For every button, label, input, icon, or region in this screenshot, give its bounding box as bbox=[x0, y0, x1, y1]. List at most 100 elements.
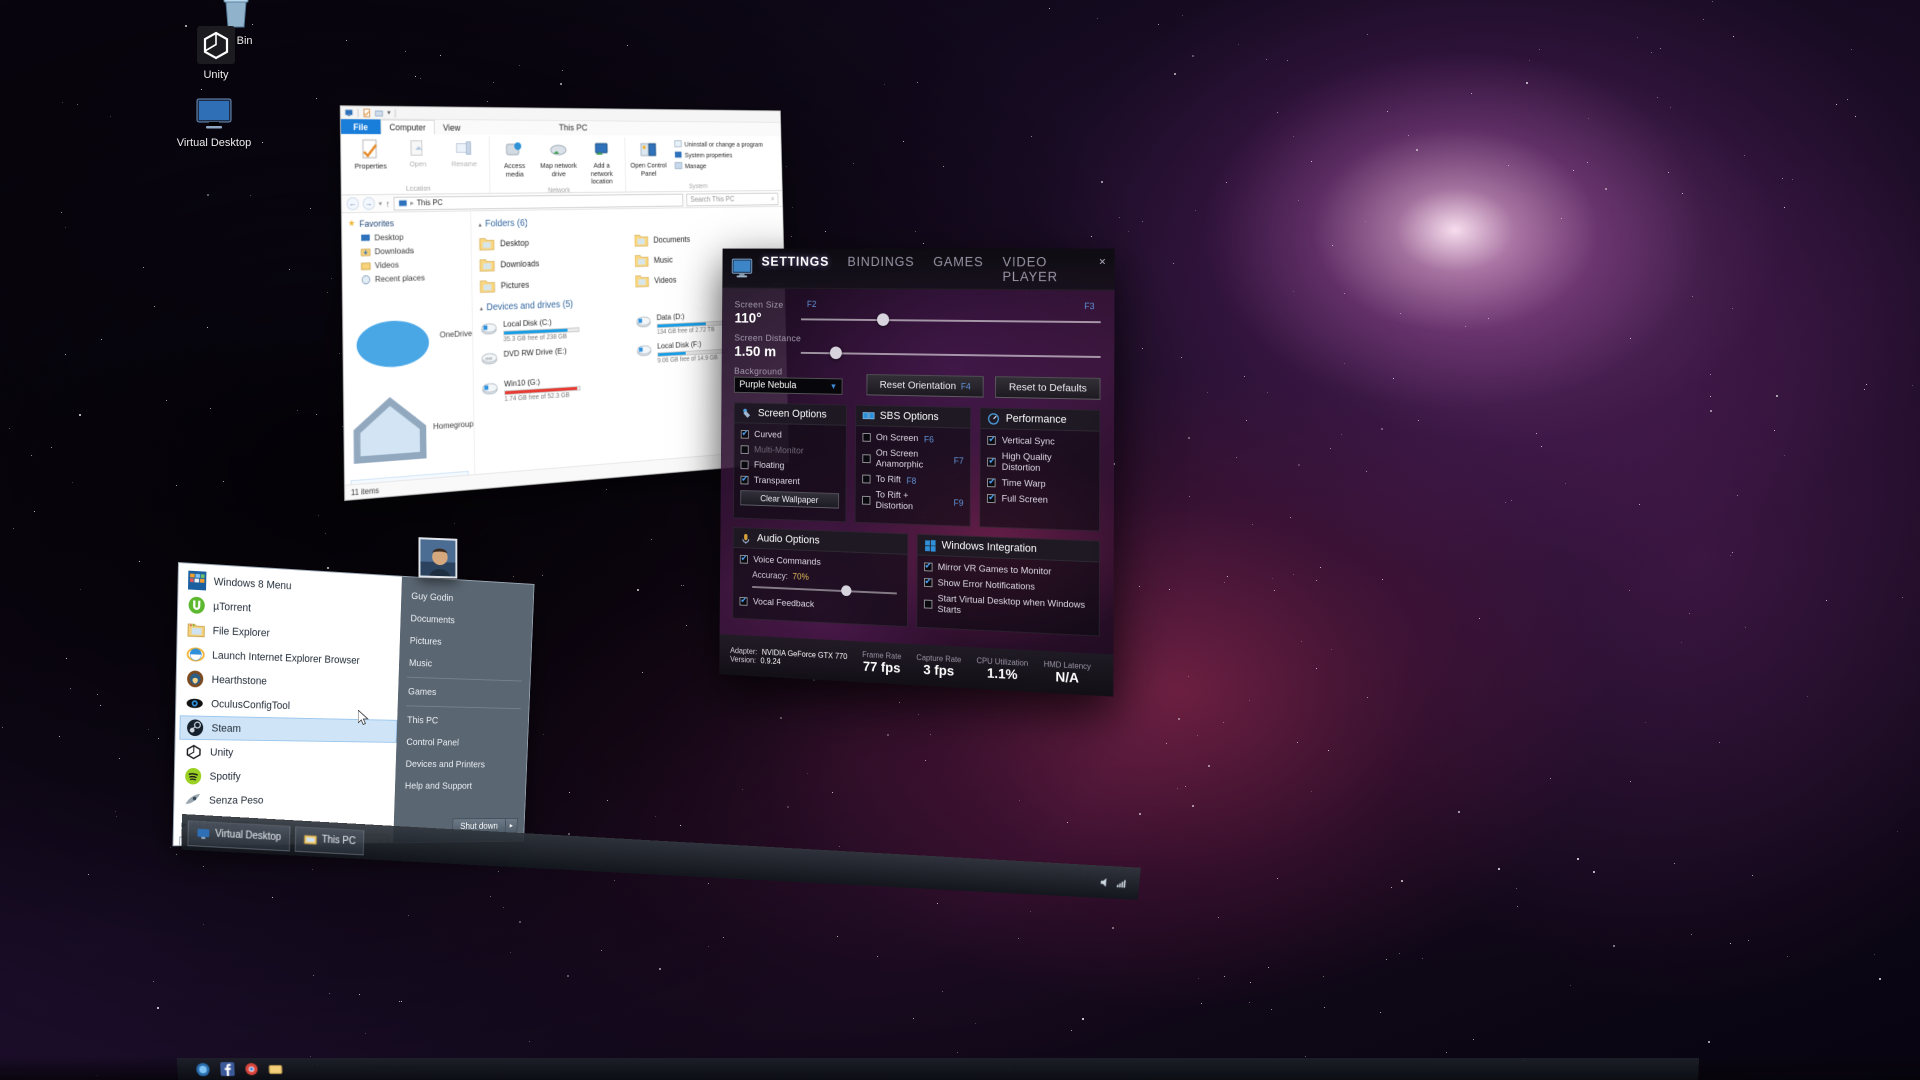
folder-item[interactable]: Pictures bbox=[479, 271, 634, 297]
nav-homegroup[interactable]: Homegroup bbox=[350, 383, 474, 475]
start-link-this-pc[interactable]: This PC bbox=[397, 709, 529, 733]
properties-icon[interactable] bbox=[363, 108, 372, 117]
ribbon-button-add-network[interactable]: Add a network location bbox=[582, 139, 621, 186]
title: Screen Options bbox=[757, 407, 827, 421]
reset-defaults-button[interactable]: Reset to Defaults bbox=[995, 376, 1101, 400]
checkbox-mirror-vr-games-to-monitor[interactable]: Mirror VR Games to Monitor bbox=[923, 561, 1092, 579]
ribbon-button-control-panel[interactable]: Open Control Panel bbox=[629, 139, 667, 178]
link-uninstall[interactable]: Uninstall or change a program bbox=[674, 139, 763, 148]
tab-games[interactable]: GAMES bbox=[933, 254, 983, 269]
folder-icon[interactable] bbox=[268, 1062, 283, 1076]
checkbox-on-screen[interactable]: On Screen F6 bbox=[862, 432, 964, 445]
tab-file[interactable]: File bbox=[340, 119, 381, 135]
history-dropdown-icon[interactable]: ▾ bbox=[379, 199, 382, 207]
ribbon-button-access-media[interactable]: Access media bbox=[494, 139, 535, 179]
label: Uninstall or change a program bbox=[684, 139, 763, 148]
nav-item-recent-places[interactable]: Recent places bbox=[348, 269, 471, 287]
chrome-icon[interactable] bbox=[244, 1062, 259, 1076]
ribbon-button-map-drive[interactable]: Map network drive bbox=[538, 139, 578, 179]
avatar[interactable] bbox=[418, 537, 458, 579]
panel-header: SBS Options bbox=[855, 405, 971, 429]
checkbox-floating[interactable]: Floating bbox=[740, 460, 840, 473]
reset-orientation-button[interactable]: Reset Orientation F4 bbox=[866, 374, 985, 398]
clear-wallpaper-button[interactable]: Clear Wallpaper bbox=[740, 489, 839, 509]
facebook-icon[interactable] bbox=[220, 1062, 235, 1077]
start-menu-item-senza-peso[interactable]: Senza Peso bbox=[178, 788, 395, 812]
link-system-properties[interactable]: System properties bbox=[674, 150, 763, 159]
back-button[interactable]: ← bbox=[346, 197, 360, 211]
label: Virtual Desktop bbox=[215, 828, 282, 844]
tab-computer[interactable]: Computer bbox=[379, 119, 435, 135]
checkbox-icon bbox=[923, 578, 933, 588]
new-folder-icon[interactable] bbox=[375, 108, 384, 117]
start-menu[interactable]: Windows 8 Menu µTorrent File Explorer La… bbox=[172, 562, 535, 847]
checkbox-on-screen-anamorphic[interactable]: On Screen Anamorphic F7 bbox=[862, 447, 964, 471]
checkbox-curved[interactable]: Curved bbox=[740, 429, 839, 442]
up-button[interactable]: ↑ bbox=[386, 198, 390, 208]
checkbox-time-warp[interactable]: Time Warp bbox=[987, 477, 1092, 491]
start-link-devices-and-printers[interactable]: Devices and Printers bbox=[395, 753, 526, 776]
close-icon[interactable]: × bbox=[1099, 255, 1106, 269]
taskbar-button-virtual-desktop[interactable]: Virtual Desktop bbox=[187, 819, 291, 851]
checkbox-to-rift[interactable]: To Rift F8 bbox=[861, 474, 964, 488]
nav-favorites[interactable]: ★ Favorites bbox=[348, 216, 471, 229]
start-link-help-and-support[interactable]: Help and Support bbox=[395, 775, 526, 797]
desktop-taskbar[interactable] bbox=[176, 1058, 1700, 1080]
start-link-games[interactable]: Games bbox=[398, 680, 530, 706]
checkbox-icon bbox=[862, 432, 871, 442]
start-menu-item-spotify[interactable]: Spotify bbox=[178, 764, 395, 789]
slider-knob[interactable] bbox=[876, 313, 889, 326]
nav-onedrive[interactable]: OneDrive bbox=[349, 288, 473, 385]
checkbox-transparent[interactable]: Transparent bbox=[740, 475, 839, 489]
virtual-desktop-settings-window[interactable]: SETTINGS BINDINGS GAMES VIDEO PLAYER × S… bbox=[719, 248, 1115, 697]
navigation-pane[interactable]: ★ Favorites Desktop Downloads Videos Rec… bbox=[341, 211, 476, 485]
network-icon[interactable] bbox=[1115, 877, 1127, 889]
tab-settings[interactable]: SETTINGS bbox=[762, 254, 830, 268]
start-link-control-panel[interactable]: Control Panel bbox=[396, 731, 528, 755]
forward-button[interactable]: → bbox=[362, 197, 376, 211]
checkbox-to-rift-distortion[interactable]: To Rift + Distortion F9 bbox=[861, 489, 964, 514]
ribbon-button-open[interactable]: Open bbox=[396, 138, 439, 169]
start-orb-icon[interactable] bbox=[195, 1062, 211, 1077]
vd-title-bar[interactable]: SETTINGS BINDINGS GAMES VIDEO PLAYER × bbox=[722, 248, 1115, 291]
checkbox-voice-commands[interactable]: Voice Commands bbox=[739, 554, 900, 571]
ribbon-tabs[interactable]: File Computer View This PC bbox=[340, 119, 781, 137]
system-tray[interactable] bbox=[1099, 876, 1135, 890]
metric-hmd-latency: HMD Latency N/A bbox=[1044, 660, 1091, 687]
start-menu-item-steam[interactable]: Steam bbox=[179, 715, 398, 743]
checkbox-start-virtual-desktop-when-windows-starts[interactable]: Start Virtual Desktop when Windows Start… bbox=[923, 593, 1092, 623]
checkbox-show-error-notifications[interactable]: Show Error Notifications bbox=[923, 577, 1092, 595]
checkbox-high-quality-distortion[interactable]: High Quality Distortion bbox=[987, 451, 1092, 476]
checkbox-vocal-feedback[interactable]: Vocal Feedback bbox=[739, 596, 900, 614]
ribbon[interactable]: Properties Open Rename Location Access m… bbox=[341, 133, 782, 196]
checkbox-multi-monitor[interactable]: Multi-Monitor bbox=[740, 444, 839, 457]
checkbox-icon bbox=[739, 554, 748, 564]
background-select[interactable]: Purple Nebula ▼ bbox=[733, 376, 843, 395]
desktop-icon-unity[interactable]: Unity bbox=[170, 24, 262, 82]
desktop-icon-virtual-desktop[interactable]: Virtual Desktop bbox=[168, 92, 260, 150]
start-link-music[interactable]: Music bbox=[399, 651, 531, 678]
taskbar-button-this-pc[interactable]: This PC bbox=[294, 825, 365, 855]
start-menu-item-unity[interactable]: Unity bbox=[179, 740, 396, 766]
label: This PC bbox=[321, 834, 356, 848]
checkbox-vertical-sync[interactable]: Vertical Sync bbox=[987, 435, 1093, 448]
slider-screen-size[interactable]: Screen Size 110° F2 F3 bbox=[734, 299, 1101, 330]
vd-tabs[interactable]: SETTINGS BINDINGS GAMES VIDEO PLAYER bbox=[761, 254, 1104, 284]
breadcrumb[interactable]: ▸ This PC bbox=[393, 193, 684, 211]
tab-video-player[interactable]: VIDEO PLAYER bbox=[1002, 254, 1104, 284]
slider-knob[interactable] bbox=[829, 346, 842, 360]
chevron-down-icon[interactable]: ▾ bbox=[387, 109, 390, 117]
tab-bindings[interactable]: BINDINGS bbox=[847, 254, 914, 269]
search-input[interactable]: Search This PC ⌕ bbox=[686, 192, 779, 206]
folders-group-header[interactable]: Folders (6) bbox=[478, 214, 776, 230]
checkbox-full-screen[interactable]: Full Screen bbox=[987, 493, 1092, 507]
label: Open Control Panel bbox=[630, 161, 667, 178]
tab-view[interactable]: View bbox=[435, 120, 469, 135]
speaker-icon[interactable] bbox=[1099, 876, 1111, 888]
ribbon-button-properties[interactable]: Properties bbox=[349, 138, 393, 171]
link-manage[interactable]: Manage bbox=[674, 161, 763, 170]
slider-screen-distance[interactable]: Screen Distance 1.50 m bbox=[734, 333, 1101, 365]
label: Desktop bbox=[374, 231, 404, 243]
slider-knob[interactable] bbox=[840, 585, 852, 597]
ribbon-button-rename[interactable]: Rename bbox=[443, 138, 485, 168]
